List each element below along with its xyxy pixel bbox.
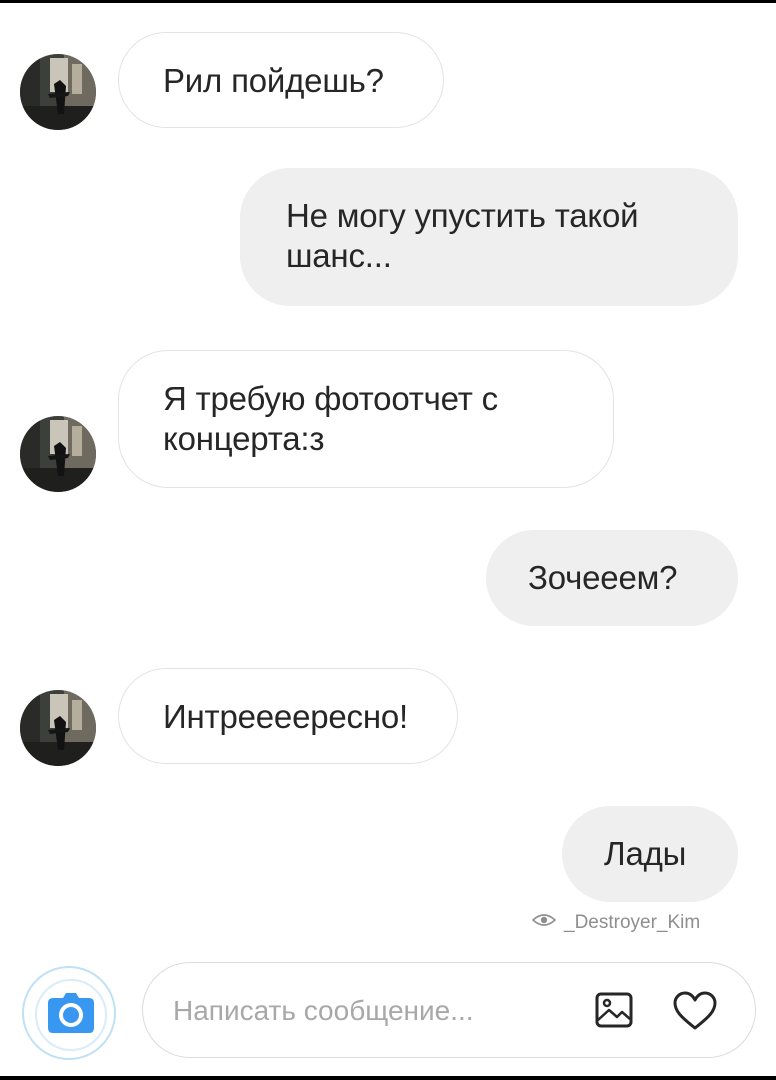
message-text: Интреееересно! [163, 698, 408, 735]
message-text: Лады [604, 835, 687, 872]
message-text-line: концерта:з [163, 420, 325, 457]
camera-button[interactable] [22, 966, 116, 1060]
message-bubble[interactable]: Лады [562, 806, 738, 902]
bottom-nav-edge [0, 1076, 776, 1080]
message-input[interactable] [173, 993, 553, 1029]
message-text-line: Я требую фотоотчет с [163, 380, 498, 417]
message-bubble[interactable]: Я требую фотоотчет с концерта:з [118, 350, 614, 488]
image-icon[interactable] [595, 992, 633, 1033]
message-text: Зочееем? [528, 559, 678, 596]
message-bubble[interactable]: Зочееем? [486, 530, 738, 626]
seen-indicator: _Destroyer_Kim [531, 912, 701, 934]
message-text-line: шанс... [286, 237, 392, 274]
top-status-edge [0, 0, 776, 3]
message-text-line: Не могу упустить такой [286, 197, 639, 234]
seen-username: _Destroyer_Kim [564, 912, 701, 933]
camera-icon [48, 993, 94, 1038]
eye-icon [531, 912, 557, 934]
message-bubble[interactable]: Интреееересно! [118, 668, 458, 764]
avatar[interactable] [20, 690, 96, 766]
avatar[interactable] [20, 416, 96, 492]
message-composer [142, 962, 756, 1058]
heart-icon[interactable] [673, 991, 717, 1036]
message-bubble[interactable]: Не могу упустить такой шанс... [240, 168, 738, 306]
avatar[interactable] [20, 54, 96, 130]
message-text: Рил пойдешь? [163, 62, 384, 99]
message-bubble[interactable]: Рил пойдешь? [118, 32, 444, 128]
